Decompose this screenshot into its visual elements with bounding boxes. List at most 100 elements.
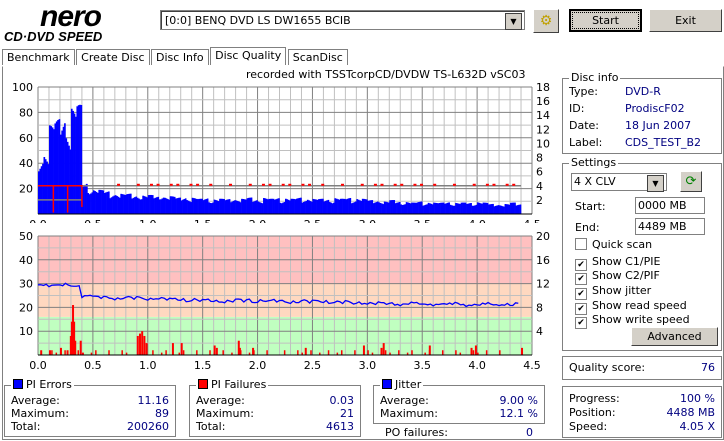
x-tick-label: 3.5	[413, 359, 431, 372]
pi-failure-bar	[474, 345, 477, 355]
pi-failure-bar	[209, 350, 211, 355]
pi-failure-bar	[222, 350, 224, 355]
maximum-label: Maximum:	[380, 407, 438, 420]
checkbox-label: Show jitter	[592, 284, 652, 297]
read-speed-sample	[413, 183, 417, 186]
pi-failure-bar	[48, 350, 51, 355]
x-tick-label: 4.0	[468, 218, 486, 223]
refresh-button[interactable]: ⟳	[680, 171, 702, 192]
jitter-maximum: 12.1 %	[499, 407, 538, 420]
speed-select[interactable]: 4 X CLV ▼	[571, 173, 667, 192]
x-tick-label: 2.5	[304, 359, 322, 372]
disc-type: DVD-R	[625, 85, 661, 98]
tab-benchmark[interactable]: Benchmark	[2, 49, 75, 65]
read-speed-sample	[472, 183, 476, 186]
y-tick-label: 10	[19, 325, 33, 338]
pi-failure-bar	[455, 350, 457, 355]
tab-disc-quality[interactable]: Disc Quality	[210, 47, 287, 65]
pi-failure-bar	[215, 347, 218, 355]
pi-failures-total: 4613	[326, 420, 354, 433]
y2-tick-label: 6	[536, 166, 543, 179]
pi-failure-bar	[171, 343, 174, 355]
progress-value: 100 %	[680, 392, 715, 405]
checkbox-label: Show write speed	[592, 313, 690, 326]
chevron-down-icon[interactable]: ▼	[647, 175, 664, 192]
y2-tick-label: 18	[536, 81, 550, 94]
tab-create-disc[interactable]: Create Disc	[76, 49, 150, 65]
tab-disc-info[interactable]: Disc Info	[151, 49, 209, 65]
pi-failure-bar	[182, 350, 185, 355]
read-speed-sample	[156, 183, 160, 186]
pi-errors-total: 200260	[127, 420, 169, 433]
pi-errors-title: PI Errors	[26, 378, 72, 391]
drive-select-value: [0:0] BENQ DVD LS DW1655 BCIB	[165, 14, 351, 27]
maximum-label: Maximum:	[196, 407, 254, 420]
y2-tick-label: 20	[536, 230, 550, 243]
jitter-average: 9.00 %	[499, 394, 538, 407]
quick-scan-checkbox[interactable]: Quick scan	[575, 238, 652, 251]
x-tick-label: 3.5	[413, 218, 431, 223]
pi-failure-bar	[354, 350, 356, 355]
start-input[interactable]: 0000 MB	[635, 197, 705, 214]
po-failures-label: PO failures:	[385, 426, 448, 439]
checkmark-icon: ✔	[575, 317, 587, 329]
read-speed-sample	[452, 183, 456, 186]
tab-scandisc[interactable]: ScanDisc	[287, 49, 348, 65]
pi-failure-bar	[367, 350, 369, 355]
pi-failure-bar	[472, 350, 475, 355]
drive-info-button[interactable]: ⚙	[533, 9, 559, 33]
y2-tick-label: 8	[536, 301, 543, 314]
pi-failure-bar	[40, 350, 43, 355]
read-speed-sample	[321, 183, 325, 186]
read-speed-sample	[169, 183, 173, 186]
quality-score-box: Quality score: 76	[562, 356, 722, 380]
quality-band	[38, 283, 532, 317]
pi-failure-bar	[152, 350, 154, 355]
checkbox-label: Show C2/PIF	[592, 269, 660, 282]
pi-failure-bar	[485, 350, 488, 355]
y2-tick-label: 16	[536, 95, 550, 108]
read-speed-sample	[420, 183, 424, 186]
end-input[interactable]: 4489 MB	[635, 218, 705, 235]
y2-tick-label: 2	[536, 194, 543, 207]
pi-failures-title: PI Failures	[211, 378, 267, 391]
pi-failure-bar	[59, 347, 62, 355]
drive-select[interactable]: [0:0] BENQ DVD LS DW1655 BCIB ▼	[160, 10, 525, 30]
read-speed-sample	[229, 183, 233, 186]
show-jitter-checkbox[interactable]: ✔ Show jitter	[575, 284, 651, 300]
y-tick-label: 50	[19, 230, 33, 243]
pi-failure-bar	[441, 350, 444, 355]
read-speed-sample	[492, 183, 496, 186]
read-speed-sample	[360, 183, 364, 186]
pi-failures-group: PI Failures Average: 0.03 Maximum: 21 Tota…	[189, 378, 361, 437]
start-button[interactable]: Start	[569, 9, 642, 32]
quality-band	[38, 316, 532, 355]
advanced-button[interactable]: Advanced	[631, 327, 718, 346]
pi-failure-bar	[384, 350, 387, 355]
x-tick-label: 4.5	[523, 218, 541, 223]
cd-dvd-speed-logo: CD·DVD SPEED	[4, 29, 103, 44]
pi-failure-bar	[136, 335, 139, 355]
x-tick-label: 3.0	[359, 218, 377, 223]
pi-failure-bar	[266, 350, 268, 355]
exit-button[interactable]: Exit	[649, 9, 722, 32]
pi-failure-bar	[297, 350, 299, 355]
read-speed-sample	[505, 183, 509, 186]
type-label: Type:	[569, 85, 598, 98]
pi-failure-bar	[239, 350, 242, 355]
label-label: Label:	[569, 136, 603, 149]
x-tick-label: 2.0	[249, 359, 267, 372]
y2-tick-label: 16	[536, 254, 550, 267]
read-speed-sample	[176, 183, 180, 186]
checkbox-label: Show C1/PIE	[592, 255, 661, 268]
chevron-down-icon[interactable]: ▼	[505, 13, 522, 30]
pi-failure-bar	[411, 350, 413, 355]
jitter-legend-icon	[382, 379, 392, 389]
pi-failure-bar	[108, 350, 110, 355]
show-c2-pif-checkbox[interactable]: ✔ Show C2/PIF	[575, 269, 660, 285]
pi-failure-bar	[165, 350, 167, 355]
jitter-group: Jitter Average: 9.00 % Maximum: 12.1 %	[373, 378, 545, 424]
read-speed-sample	[301, 183, 305, 186]
tab-bar: Benchmark Create Disc Disc Info Disc Qua…	[2, 47, 348, 67]
pi-failure-bar	[310, 350, 312, 355]
